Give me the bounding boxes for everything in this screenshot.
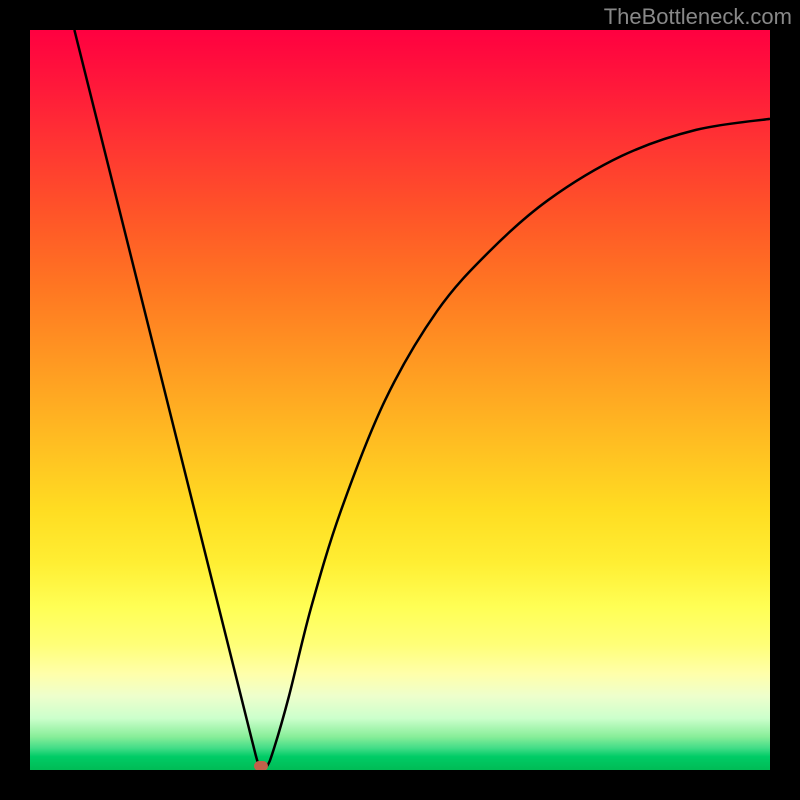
bottleneck-curve — [74, 30, 770, 769]
plot-area — [30, 30, 770, 770]
minimum-marker — [254, 761, 268, 770]
watermark-text: TheBottleneck.com — [604, 4, 792, 30]
curve-layer — [30, 30, 770, 770]
